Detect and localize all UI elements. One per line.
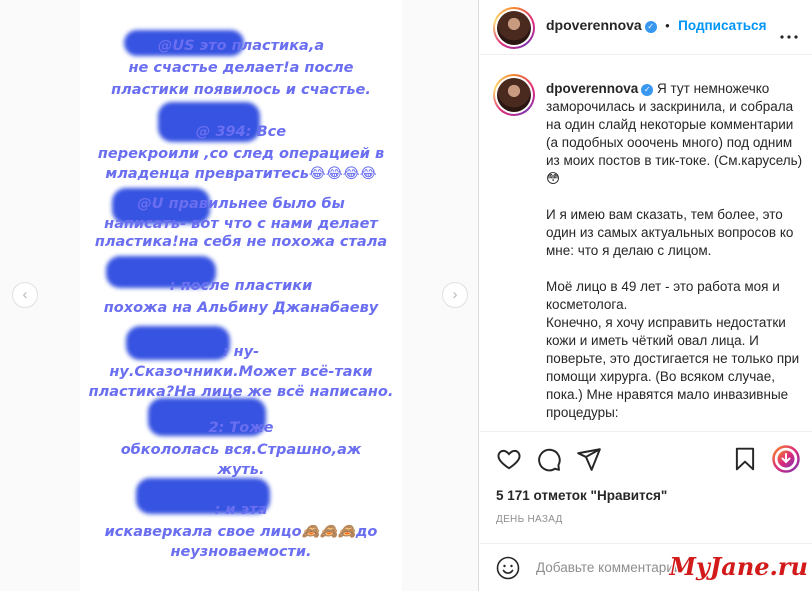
avatar: [497, 11, 531, 45]
post-timestamp[interactable]: ДЕНЬ НАЗАД: [496, 514, 563, 525]
story-text-line: : после пластики: [169, 278, 313, 294]
chevron-left-icon: ‹: [22, 286, 28, 303]
story-screenshot: @US это пластика,а не счастье делает!а п…: [80, 0, 402, 591]
story-text-line: похожа на Альбину Джанабаеву: [103, 300, 379, 316]
like-heart-icon[interactable]: [496, 446, 522, 472]
carousel-next-button[interactable]: ›: [442, 282, 468, 308]
caption-paragraph: Моё лицо в 49 лет - это работа моя и кос…: [546, 279, 780, 312]
story-text-line: жуть.: [217, 462, 265, 478]
caption-scroll-area[interactable]: dpoverennova ✓ Я тут немножечко заморочил…: [480, 56, 812, 430]
story-text-line: искаверкала свое лицо🙈🙈🙈до: [104, 524, 378, 540]
caption-paragraph: И я имею вам сказать, тем более, это оди…: [546, 207, 794, 258]
story-text-line: @ 394: Все: [195, 124, 287, 140]
separator-dot: •: [665, 18, 670, 33]
post-caption: dpoverennova ✓ Я тут немножечко заморочил…: [546, 80, 804, 422]
comment-input[interactable]: Добавьте комментарий: [536, 560, 681, 575]
verified-badge-icon: ✓: [641, 84, 654, 96]
download-extension-icon[interactable]: [772, 445, 800, 473]
caption-username-link[interactable]: dpoverennova: [546, 81, 638, 96]
site-watermark: MyJane.ru: [669, 552, 808, 581]
story-text-line: пластики появилось и счастье.: [111, 82, 371, 98]
carousel-prev-button[interactable]: ‹: [12, 282, 38, 308]
story-text-line: : и эта: [214, 502, 268, 518]
story-text-line: 2: Тоже: [208, 420, 274, 436]
story-text-line: неузноваемости.: [170, 544, 312, 560]
header-username-link[interactable]: dpoverennova: [546, 17, 642, 33]
story-text-line: написать- вот что с нами делает: [104, 216, 378, 232]
add-comment-bar: Добавьте комментарий MyJane.ru: [480, 543, 812, 591]
save-bookmark-icon[interactable]: [732, 446, 758, 472]
likes-count[interactable]: 5 171 отметок "Нравится": [496, 488, 667, 503]
chevron-right-icon: ›: [452, 286, 458, 303]
story-text-line: не счастье делает!а после: [128, 60, 354, 76]
more-options-icon[interactable]: [780, 26, 798, 44]
follow-button[interactable]: Подписаться: [678, 18, 766, 33]
post-side-panel: dpoverennova ✓ • Подписаться dpoverennova…: [480, 0, 812, 591]
avatar: [497, 78, 531, 112]
emoji-icon[interactable]: [496, 556, 520, 585]
story-text-line: @US это пластика,а: [157, 38, 325, 54]
story-text-line: : ну-: [222, 344, 260, 360]
story-text-line: пластика!на себя не похожа стала: [94, 234, 388, 250]
caption-avatar-ring[interactable]: [493, 74, 535, 116]
caption-paragraph: Конечно, я хочу исправить недостатки кож…: [546, 315, 800, 420]
post-media-panel: @US это пластика,а не счастье делает!а п…: [0, 0, 479, 591]
story-text-line: @U правильнее было бы: [137, 196, 345, 212]
story-text-line: младенца превратитесь😂😂😂😂: [105, 166, 377, 182]
story-text-line: перекроили ,со след операцией в: [97, 146, 385, 162]
story-text-line: обкололась вся.Страшно,аж: [120, 442, 362, 458]
post-actions: 5 171 отметок "Нравится" ДЕНЬ НАЗАД Доба…: [480, 431, 812, 591]
verified-badge-icon: ✓: [644, 21, 657, 33]
post-header: dpoverennova ✓ • Подписаться: [480, 0, 812, 55]
caption-paragraph: Я тут немножечко заморочилась и заскрини…: [546, 81, 803, 186]
comment-bubble-icon[interactable]: [536, 446, 562, 472]
story-ring[interactable]: [493, 7, 535, 49]
share-paper-plane-icon[interactable]: [576, 446, 602, 472]
story-text-line: ну.Сказочники.Может всё-таки: [109, 364, 373, 380]
